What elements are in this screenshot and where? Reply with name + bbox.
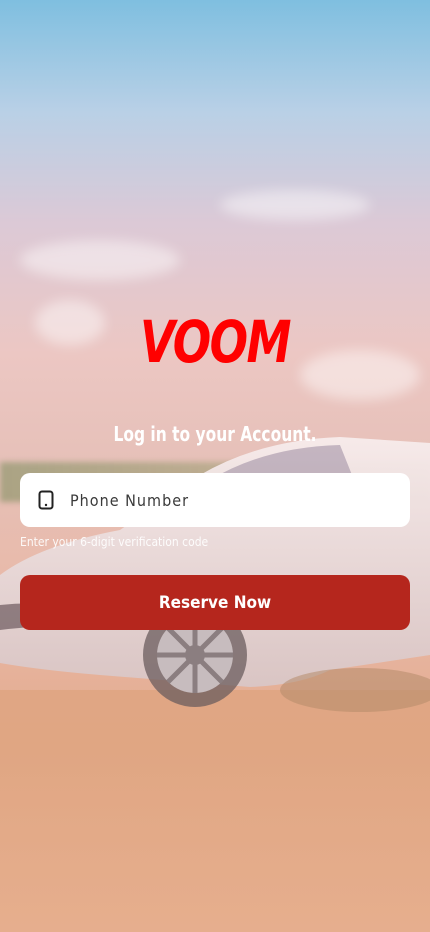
phone-field[interactable] [20, 473, 410, 527]
cloud [20, 240, 180, 280]
reserve-now-button[interactable]: Reserve Now [20, 575, 410, 630]
verification-hint: Enter your 6-digit verification code [20, 535, 209, 549]
background-image [0, 0, 430, 932]
phone-icon [38, 490, 54, 510]
phone-input[interactable] [68, 479, 372, 521]
brand-logo: VOOM [140, 308, 291, 376]
dirt-ground [0, 690, 430, 932]
page-title: Log in to your Account. [113, 422, 317, 446]
cloud [220, 190, 370, 220]
